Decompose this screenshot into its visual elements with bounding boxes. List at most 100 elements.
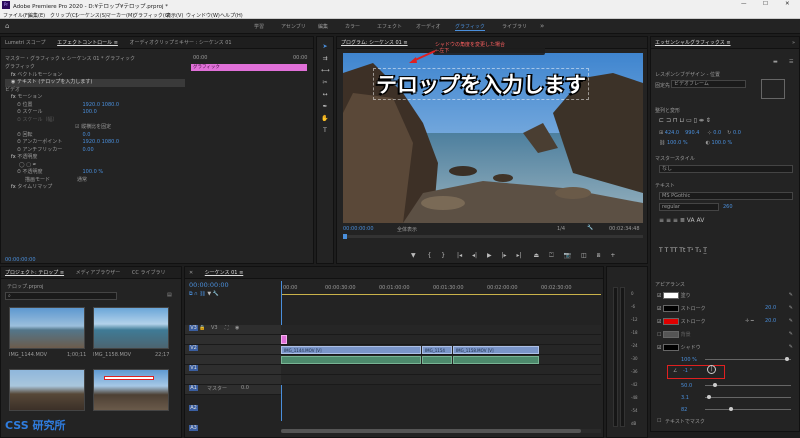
timeline-timecode[interactable]: 00:00:00:00	[189, 281, 229, 289]
clip-img1144[interactable]: IMG_1144.MOV [V]	[281, 346, 421, 354]
align-left-icon[interactable]: ⊏	[659, 117, 666, 124]
menu-sequence[interactable]: シーケンス(S)	[75, 12, 107, 19]
text-align-center-icon[interactable]: ≡	[666, 217, 673, 224]
program-timecode[interactable]: 00:00:00:00	[343, 226, 374, 232]
wrench-icon[interactable]: 🔧	[587, 225, 593, 231]
shadow-distance-value[interactable]: 50.0	[681, 383, 692, 389]
play-icon[interactable]: ▶	[487, 252, 492, 259]
project-thumb-4[interactable]	[93, 369, 169, 411]
workspace-color[interactable]: カラー	[345, 23, 360, 30]
fill-eyedropper-icon[interactable]: ✎	[789, 292, 793, 298]
font-style-dropdown[interactable]: regular	[659, 203, 719, 211]
prop-anchor-value[interactable]: 1920.0 1080.0	[83, 139, 120, 145]
timeline-hscroll-thumb[interactable]	[281, 429, 581, 433]
pen-mask-icon[interactable]: ✒	[33, 162, 37, 168]
menu-help[interactable]: ヘルプ(H)	[220, 12, 243, 19]
tab-project[interactable]: プロジェクト: テロップ ≡	[5, 270, 64, 276]
menu-clip[interactable]: クリップ(C)	[50, 12, 77, 19]
track-target-v3[interactable]: V3	[189, 325, 198, 331]
track-target-a1[interactable]: A1	[189, 385, 198, 391]
shadow-eyedropper-icon[interactable]: ✎	[789, 344, 793, 350]
transform-x[interactable]: 424.0	[665, 130, 679, 136]
eye-toggle-icon[interactable]: ◉	[235, 325, 239, 331]
prop-position-value[interactable]: 1920.0 1080.0	[83, 102, 120, 108]
shadow-blur-value[interactable]: 3.1	[681, 395, 689, 401]
timeline-hscroll[interactable]	[281, 429, 601, 433]
shadow-row[interactable]: ☑ シャドウ ✎	[657, 344, 797, 353]
tab-essential-graphics[interactable]: エッセンシャルグラフィックス ≡	[655, 40, 731, 46]
track-select-tool-icon[interactable]: ⇉	[321, 55, 329, 63]
menu-edit[interactable]: 編集(E)	[28, 12, 45, 19]
tab-effect-controls[interactable]: エフェクトコントロール ≡	[57, 40, 118, 46]
workspace-graphics[interactable]: グラフィック	[455, 23, 485, 31]
stroke1-value[interactable]: 20.0	[765, 305, 776, 311]
workspace-assembly[interactable]: アセンブリ	[281, 23, 306, 30]
selection-tool-icon[interactable]: ➤	[321, 43, 329, 51]
timeline-ruler[interactable]: 00:00 00:00:30:00 00:01:00:00 00:01:30:0…	[281, 281, 601, 295]
sync-icon[interactable]: ⛶	[225, 325, 229, 331]
eg-more-icon[interactable]: »	[792, 37, 795, 48]
stroke2-swatch[interactable]	[663, 318, 680, 325]
row-motion[interactable]: fx モーション	[5, 94, 185, 102]
vr-icon[interactable]: ⧈	[597, 252, 601, 259]
kerning-icon[interactable]: AV	[696, 217, 704, 224]
prop-rotation[interactable]: ⏱ 回転 0.0	[5, 132, 185, 140]
transform-anchor[interactable]: 0.0	[713, 130, 721, 136]
background-eyedropper-icon[interactable]: ✎	[789, 331, 793, 337]
background-row[interactable]: ☐ 背景 ✎	[657, 331, 797, 340]
razor-tool-icon[interactable]: ✂	[321, 79, 329, 87]
shadow-opacity-value[interactable]: 100 %	[681, 357, 697, 363]
shadow-swatch[interactable]	[663, 344, 680, 351]
clip-img1158[interactable]: IMG_1158.MOV [V]	[453, 346, 539, 354]
step-back-icon[interactable]: ◂|	[472, 252, 477, 259]
source-label[interactable]: マスター・グラフィック ∨ シーケンス 01 * グラフィック	[5, 56, 135, 62]
distribute-v-icon[interactable]: ⇕	[706, 117, 711, 124]
align-middle-icon[interactable]: ▭	[686, 117, 694, 124]
prop-anchor[interactable]: ⏱ アンカーポイント 1920.0 1080.0	[5, 139, 185, 147]
stroke1-row[interactable]: ☑ ストローク 20.0 ✎	[657, 305, 797, 314]
program-playhead-icon[interactable]	[343, 234, 347, 239]
subscript-icon[interactable]: T₁	[695, 247, 703, 254]
slip-tool-icon[interactable]: ↔	[321, 91, 329, 99]
project-thumb-1[interactable]	[9, 307, 85, 349]
tab-lumetri-scopes[interactable]: Lumetri スコープ	[5, 40, 46, 46]
prop-scale[interactable]: ⏱ スケール 100.0	[5, 109, 185, 117]
prop-antiflicker[interactable]: ⏱ アンチフリッカー 0.00	[5, 147, 185, 155]
menu-file[interactable]: ファイル(F)	[3, 12, 30, 19]
shadow-distance-slider[interactable]	[705, 383, 791, 387]
track-target-a2[interactable]: A2	[189, 405, 198, 411]
graphic-clip[interactable]	[281, 335, 287, 344]
prop-uniform-scale[interactable]: ☑ 縦横比を固定	[5, 124, 185, 132]
type-tool-icon[interactable]: T	[321, 127, 329, 135]
workspace-effects[interactable]: エフェクト	[377, 23, 402, 30]
prop-antiflicker-value[interactable]: 0.00	[83, 147, 94, 153]
comparison-view-icon[interactable]: ◫	[581, 252, 587, 259]
stroke1-swatch[interactable]	[663, 305, 680, 312]
eg-new-layer-icon[interactable]: ▬	[773, 59, 778, 65]
export-frame-icon[interactable]: 📷	[564, 252, 571, 259]
fill-row[interactable]: ☑ 塗り ✎	[657, 292, 797, 301]
stroke1-eyedropper-icon[interactable]: ✎	[789, 305, 793, 311]
underline-icon[interactable]: T̲	[703, 247, 707, 254]
fit-dropdown[interactable]: 全体表示	[397, 226, 417, 233]
text-mask-checkbox[interactable]: ☐	[657, 418, 661, 424]
tab-audio-mixer[interactable]: オーディオクリップミキサー : シーケンス 01	[129, 40, 231, 46]
tab-media-browser[interactable]: メディアブラウザー	[76, 270, 121, 276]
transform-y[interactable]: 990.4	[685, 130, 699, 136]
tab-program[interactable]: プログラム: シーケンス 01 ≡	[341, 40, 408, 46]
text-align-right-icon[interactable]: ≡	[673, 217, 680, 224]
shadow-blur-slider[interactable]	[705, 395, 791, 399]
extract-icon[interactable]: ⏍	[549, 252, 554, 259]
row-opacity[interactable]: fx 不透明度	[5, 154, 185, 162]
ec-clip-bar[interactable]: グラフィック	[191, 64, 307, 71]
background-swatch[interactable]	[663, 331, 680, 338]
shadow-opacity-slider[interactable]	[705, 357, 791, 361]
row-time-remap[interactable]: fx タイムリマップ	[5, 184, 185, 192]
project-thumb-2[interactable]	[93, 307, 169, 349]
track-target-v2[interactable]: V2	[189, 345, 198, 351]
hand-tool-icon[interactable]: ✋	[321, 115, 329, 123]
row-vector-motion[interactable]: fx ベクトルモーション	[5, 72, 185, 80]
master-value[interactable]: 0.0	[241, 385, 249, 391]
home-icon[interactable]: ⌂	[5, 22, 9, 30]
prop-position[interactable]: ⏱ 位置 1920.0 1080.0	[5, 102, 185, 110]
